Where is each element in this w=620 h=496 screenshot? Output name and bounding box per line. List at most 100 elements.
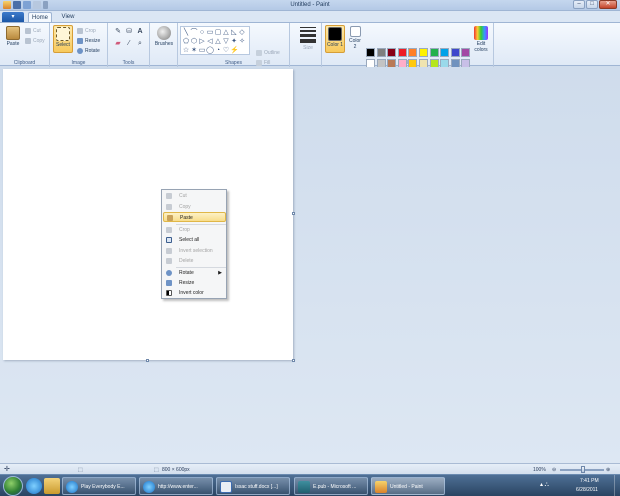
crop-button[interactable]: Crop: [77, 27, 96, 35]
taskbar-button-paint[interactable]: Untitled - Paint: [371, 477, 445, 495]
color-swatch[interactable]: [397, 48, 407, 57]
shape-option[interactable]: ▽: [222, 37, 230, 46]
menu-item-paste[interactable]: Paste: [163, 212, 226, 222]
internet-explorer-icon: [66, 481, 78, 493]
shape-option[interactable]: ⌒: [190, 28, 198, 37]
color1-button[interactable]: Color 1: [325, 25, 345, 53]
canvas-resize-handle-right[interactable]: [292, 212, 295, 215]
select-button[interactable]: Select: [53, 25, 73, 53]
menu-item-copy[interactable]: Copy: [163, 202, 226, 212]
shape-option[interactable]: ◔: [214, 46, 222, 55]
minimize-button[interactable]: –: [573, 0, 585, 9]
color-swatch[interactable]: [366, 48, 375, 57]
shape-option[interactable]: ☆: [182, 46, 190, 55]
fill-label: Fill: [264, 60, 271, 66]
resize-button[interactable]: Resize: [77, 37, 100, 45]
menu-item-select-all[interactable]: Select all: [163, 235, 226, 245]
text-icon[interactable]: A: [136, 28, 144, 36]
canvas-resize-handle-corner[interactable]: [292, 359, 295, 362]
crop-icon: [166, 227, 172, 233]
canvas-resize-handle-bottom[interactable]: [146, 359, 149, 362]
brushes-label: Brushes: [154, 41, 174, 47]
zoom-out-button[interactable]: ⊖: [552, 466, 556, 474]
taskbar-button-play-everybody[interactable]: Play Everybody E...: [62, 477, 136, 495]
shape-option[interactable]: ◁: [206, 37, 214, 46]
paint-app-icon: [375, 481, 387, 493]
show-desktop-button[interactable]: [614, 475, 620, 496]
outline-button[interactable]: Outline: [256, 49, 280, 57]
shape-option[interactable]: ◇: [238, 28, 246, 37]
shape-option[interactable]: ▭: [206, 28, 214, 37]
eraser-icon[interactable]: ▰: [114, 40, 122, 48]
menu-item-invert-selection[interactable]: Invert selection: [163, 246, 226, 256]
shape-option[interactable]: ▭: [198, 46, 206, 55]
shape-option[interactable]: ⚡: [230, 46, 239, 55]
magnifier-icon[interactable]: ⌕: [136, 40, 144, 48]
color-swatch[interactable]: [450, 48, 460, 57]
notification-icons[interactable]: ▴ ⛬: [540, 481, 560, 491]
menu-item-cut[interactable]: Cut: [163, 191, 226, 201]
shape-option[interactable]: ⬡: [190, 37, 198, 46]
close-button[interactable]: ✕: [599, 0, 617, 9]
shape-option[interactable]: ✦: [230, 37, 238, 46]
zoom-slider-thumb[interactable]: [581, 466, 585, 473]
color-picker-icon[interactable]: ⁄: [125, 40, 133, 48]
canvas-size-icon: ⬚: [154, 467, 159, 473]
paste-button[interactable]: Paste: [3, 25, 23, 53]
taskbar-button-word-document[interactable]: Issac stuff.docx [...]: [216, 477, 290, 495]
color2-button[interactable]: Color 2: [347, 25, 363, 53]
shape-option[interactable]: [238, 46, 246, 55]
shape-option[interactable]: ○: [198, 28, 206, 37]
color-swatch[interactable]: [419, 48, 428, 57]
paint-menu-button[interactable]: ▾: [2, 12, 24, 22]
shape-option[interactable]: ♡: [222, 46, 230, 55]
shape-option[interactable]: ╲: [182, 28, 190, 37]
internet-explorer-icon[interactable]: [26, 478, 42, 494]
shape-option[interactable]: △: [214, 37, 222, 46]
menu-item-resize[interactable]: Resize: [163, 278, 226, 288]
edit-colors-button[interactable]: Edit colors: [472, 25, 490, 53]
shape-option[interactable]: ▷: [198, 37, 206, 46]
color-swatch[interactable]: [376, 48, 386, 57]
shape-option[interactable]: ✧: [238, 37, 246, 46]
color-swatch[interactable]: [461, 48, 471, 57]
shape-option[interactable]: ⬠: [182, 37, 190, 46]
size-button[interactable]: Size: [298, 25, 318, 53]
tools-group: ✎ ⛁ A ▰ ⁄ ⌕ Tools: [108, 23, 150, 67]
tab-view[interactable]: View: [56, 12, 80, 22]
taskbar-button-publisher[interactable]: E.pub - Microsoft ...: [294, 477, 368, 495]
color-swatch[interactable]: [387, 48, 397, 57]
shape-option[interactable]: ◯: [206, 46, 214, 55]
fill-button[interactable]: Fill: [256, 59, 270, 67]
cut-button[interactable]: Cut: [25, 27, 41, 35]
maximize-button[interactable]: □: [586, 0, 598, 9]
menu-item-delete[interactable]: Delete: [163, 256, 226, 266]
clock-date: 6/28/2011: [576, 487, 598, 493]
shapes-gallery: ╲ ⌒ ○ ▭ ▢ △ ◺ ◇ ⬠ ⬡ ▷ ◁ △ ▽ ✦ ✧ ☆ ✶ ▭ ◯ ◔ ♡ ⚡: [180, 26, 250, 55]
drawing-canvas[interactable]: [3, 69, 293, 360]
pencil-icon[interactable]: ✎: [114, 28, 122, 36]
clipboard-icon: [6, 26, 20, 40]
shape-option[interactable]: △: [222, 28, 230, 37]
menu-item-crop[interactable]: Crop: [163, 225, 226, 235]
brushes-button[interactable]: Brushes: [154, 25, 174, 53]
shape-option[interactable]: ▢: [214, 28, 222, 37]
clipboard-icon: [167, 215, 173, 221]
tab-home[interactable]: Home: [28, 12, 52, 22]
color-swatch[interactable]: [440, 48, 450, 57]
rotate-button[interactable]: Rotate: [77, 47, 100, 55]
menu-item-rotate[interactable]: Rotate ▶: [163, 268, 226, 278]
shape-option[interactable]: ✶: [190, 46, 198, 55]
taskbar-button-browser[interactable]: http://www.enter...: [139, 477, 213, 495]
color-swatch[interactable]: [408, 48, 418, 57]
size-label: Size: [303, 45, 313, 51]
file-explorer-icon[interactable]: [44, 478, 60, 494]
copy-button[interactable]: Copy: [25, 37, 45, 45]
zoom-in-button[interactable]: ⊕: [606, 466, 610, 474]
fill-bucket-icon[interactable]: ⛁: [125, 28, 133, 36]
menu-item-invert-color[interactable]: Invert color: [163, 288, 226, 298]
system-tray: 7:41 PM 6/28/2011: [560, 475, 620, 496]
start-button[interactable]: [3, 476, 23, 496]
color-swatch[interactable]: [429, 48, 439, 57]
shape-option[interactable]: ◺: [230, 28, 238, 37]
